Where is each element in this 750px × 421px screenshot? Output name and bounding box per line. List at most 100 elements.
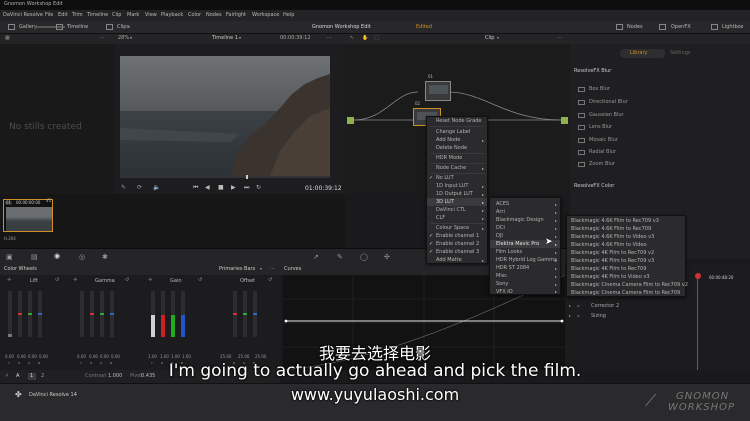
menu-delete-node[interactable]: Delete Node [427, 144, 487, 152]
menu-reset-node-grade[interactable]: Reset Node Grade [427, 117, 487, 125]
gain-g-slider[interactable] [171, 291, 175, 337]
menu-enable-channel-2[interactable]: Enable channel 2 [427, 240, 487, 248]
fx-item-zoom-blur[interactable]: Zoom Blur [575, 158, 745, 171]
menu-item-timeline[interactable]: Timeline [87, 13, 108, 18]
tab-library[interactable]: Library [620, 49, 665, 58]
crosshair-icon[interactable]: ✛ [7, 278, 11, 283]
tab-settings[interactable]: Settings [670, 51, 691, 56]
lut-dci[interactable]: DCI [490, 224, 560, 232]
lut-hdr-hlg[interactable]: HDR Hybrid Log Gamma [490, 256, 560, 264]
node-list-item-sizing[interactable]: Sizing [591, 314, 606, 319]
node-input[interactable] [347, 117, 354, 124]
film-lut-item[interactable]: Blackmagic 4.6K Film to Video v3 [567, 233, 685, 241]
menu-enable-channel-1[interactable]: Enable channel 1 [427, 232, 487, 240]
chevron-down-icon[interactable]: ▾ [497, 36, 499, 40]
lut-aces[interactable]: ACES [490, 200, 560, 208]
menu-item-clip[interactable]: Clip [112, 13, 121, 18]
lut-blackmagic-design[interactable]: Blackmagic Design [490, 216, 560, 224]
clips-icon[interactable] [106, 24, 113, 30]
fx-item-lens-blur[interactable]: Lens Blur [575, 121, 745, 134]
menu-change-label[interactable]: Change Label [427, 128, 487, 136]
lift-y-slider[interactable] [8, 291, 12, 337]
menu-add-node[interactable]: Add Node [427, 136, 487, 144]
lut-film-looks[interactable]: Film Looks [490, 248, 560, 256]
lift-g-slider[interactable] [28, 291, 32, 337]
menu-item-playback[interactable]: Playback [161, 13, 183, 18]
gain-b-slider[interactable] [181, 291, 185, 337]
reverse-icon[interactable]: ◀ [205, 185, 210, 191]
curves-icon[interactable]: ↗ [313, 254, 319, 261]
crosshair-icon[interactable]: ✛ [148, 278, 152, 283]
reset-icon[interactable]: ↺ [268, 278, 272, 283]
qualifier-icon[interactable]: ✎ [337, 254, 343, 261]
openfx-button[interactable]: OpenFX [671, 25, 691, 30]
menu-item-help[interactable]: Help [283, 13, 294, 18]
offset-b-slider[interactable] [253, 291, 257, 337]
play-icon[interactable]: ▶ [231, 185, 236, 191]
timeline-name[interactable]: Timeline 1 [212, 36, 238, 41]
fx-item-box-blur[interactable]: Box Blur [575, 83, 745, 96]
film-lut-item[interactable]: Blackmagic 4K Film to Rec709 v2 [567, 249, 685, 257]
node-output[interactable] [561, 117, 568, 124]
menu-item-fairlight[interactable]: Fairlight [226, 13, 246, 18]
lightbox-icon[interactable] [711, 24, 718, 30]
nodes-button[interactable]: Nodes [627, 25, 643, 30]
gallery-icon[interactable] [8, 24, 15, 30]
gain-r-slider[interactable] [161, 291, 165, 337]
loop-icon[interactable]: ↻ [256, 185, 261, 191]
lift-b-slider[interactable] [38, 291, 42, 337]
film-lut-item[interactable]: Blackmagic 4K Film to Rec709 [567, 265, 685, 273]
clip-label[interactable]: Clip [485, 36, 494, 41]
timeline-icon[interactable] [56, 24, 63, 30]
stop-icon[interactable]: ■ [218, 185, 224, 191]
menu-enable-channel-3[interactable]: Enable channel 3 [427, 248, 487, 256]
timeline-button[interactable]: Timeline [67, 25, 88, 30]
lut-arri[interactable]: Arri [490, 208, 560, 216]
film-lut-item[interactable]: Blackmagic 4K Film to Rec709 v3 [567, 257, 685, 265]
reset-icon[interactable]: ↺ [125, 278, 129, 283]
lut-vfx-io[interactable]: VFX IO [490, 288, 560, 295]
lut-hdr-st2084[interactable]: HDR ST 2084 [490, 264, 560, 272]
menu-3d-lut[interactable]: 3D LUT [427, 198, 487, 206]
expand-icon[interactable]: ▸ [569, 304, 571, 308]
film-lut-item[interactable]: Blackmagic 4K Film to Video v3 [567, 273, 685, 281]
more-icon[interactable]: ⋯ [327, 36, 332, 41]
menu-item-trim[interactable]: Trim [72, 13, 83, 18]
lock-icon[interactable]: ▫ [577, 314, 580, 318]
audio-icon[interactable]: 🔈 [153, 185, 160, 191]
film-lut-item[interactable]: Blackmagic 4.6K Film to Video [567, 241, 685, 249]
chevron-down-icon[interactable]: ▾ [260, 267, 262, 271]
primaries-mode[interactable]: Primaries Bars [219, 267, 255, 272]
motion-effects-icon[interactable]: ✱ [102, 254, 108, 261]
menu-item-mark[interactable]: Mark [127, 13, 139, 18]
menu-item-edit[interactable]: Edit [58, 13, 68, 18]
film-lut-item[interactable]: Blackmagic Cinema Camera Film to Rec709 [567, 289, 685, 297]
skip-back-icon[interactable]: ⏮ [193, 185, 198, 191]
chevron-down-icon[interactable]: ▾ [239, 36, 241, 40]
link-icon[interactable]: ⟳ [137, 185, 142, 191]
heart-icon[interactable] [695, 273, 701, 279]
pointer-icon[interactable]: ↖ [350, 36, 354, 41]
menu-add-matte[interactable]: Add Matte [427, 256, 487, 264]
gamma-r-slider[interactable] [90, 291, 94, 337]
more-icon[interactable]: ⋯ [557, 36, 562, 41]
playhead[interactable] [246, 175, 248, 179]
offset-g-slider[interactable] [243, 291, 247, 337]
menu-colour-space[interactable]: Colour Space [427, 224, 487, 232]
more-icon[interactable]: ⋯ [270, 267, 275, 272]
menu-1d-output-lut[interactable]: 1D Output LUT [427, 190, 487, 198]
more-icon[interactable]: ⋯ [100, 36, 105, 41]
lock-icon[interactable]: ▫ [577, 304, 580, 308]
film-lut-item[interactable]: Blackmagic Cinema Camera Film to Rec709 … [567, 281, 688, 289]
timeline-clip[interactable]: 01 00:00:00:00 [3, 199, 53, 232]
menu-hdr-mode[interactable]: HDR Mode [427, 154, 487, 162]
video-frame[interactable] [120, 56, 330, 176]
menu-clf[interactable]: CLF [427, 214, 487, 222]
crosshair-icon[interactable]: ✛ [73, 278, 77, 283]
gamma-g-slider[interactable] [100, 291, 104, 337]
brush-icon[interactable]: ✎ [121, 185, 126, 191]
camera-raw-icon[interactable]: ▣ [6, 254, 13, 261]
menu-item-file[interactable]: File [45, 13, 53, 18]
menu-no-lut[interactable]: No LUT [427, 174, 487, 182]
color-wheels-icon[interactable]: ◉ [54, 253, 60, 260]
